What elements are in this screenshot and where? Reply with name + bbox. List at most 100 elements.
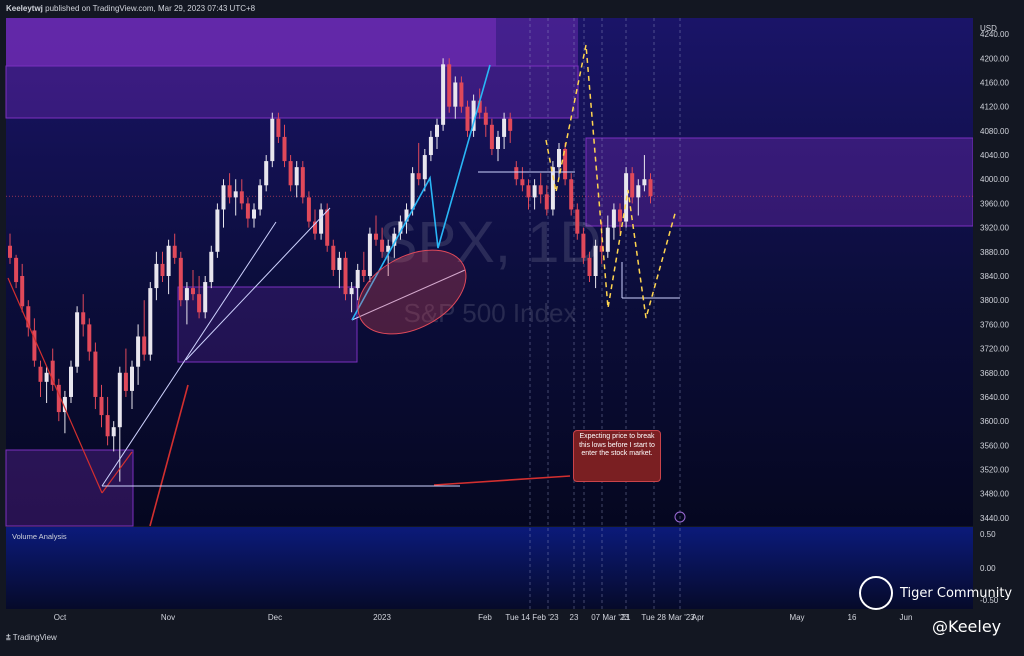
publish-header: Keeleytwj published on TradingView.com, … — [6, 4, 255, 13]
candle-body — [69, 366, 73, 397]
supply-zone-lower[interactable] — [5, 65, 579, 119]
candle-body — [520, 179, 525, 186]
time-tick: Nov — [161, 613, 175, 622]
candle-body — [550, 167, 555, 210]
candle-body — [75, 312, 80, 367]
time-tick: Oct — [54, 613, 67, 622]
candle-body — [435, 124, 439, 137]
candle-body — [447, 64, 452, 107]
candle-body — [526, 185, 531, 198]
candle-body — [557, 149, 561, 168]
time-tick: Dec — [268, 613, 282, 622]
candle-body — [587, 257, 592, 276]
time-tick: Jun — [900, 613, 913, 622]
candle-body — [630, 173, 635, 198]
candle[interactable] — [300, 161, 305, 204]
price-tick: 4000.00 — [980, 175, 1009, 184]
candle-body — [148, 288, 153, 355]
candle-body — [410, 173, 415, 210]
candle[interactable] — [203, 276, 208, 319]
candle[interactable] — [215, 203, 220, 258]
time-tick: Feb — [478, 613, 492, 622]
price-tick: 3960.00 — [980, 199, 1009, 208]
candle-body — [483, 112, 488, 125]
candle-body — [288, 161, 293, 186]
candle-body — [209, 251, 214, 283]
candle-body — [87, 324, 92, 352]
candle[interactable] — [367, 227, 372, 283]
candle[interactable] — [441, 58, 446, 131]
candle-body — [575, 209, 580, 234]
candle-body — [276, 118, 281, 137]
candle-body — [191, 288, 195, 295]
tradingview-logo[interactable]: ⩲ TradingView — [6, 633, 57, 643]
candle-body — [489, 124, 494, 149]
time-tick: 16 — [848, 613, 857, 622]
candle-body — [233, 191, 238, 198]
candle-body — [544, 194, 549, 210]
candle[interactable] — [148, 282, 153, 361]
candle[interactable] — [75, 306, 80, 373]
price-tick: 3640.00 — [980, 393, 1009, 402]
candle[interactable] — [447, 58, 452, 113]
candle[interactable] — [343, 251, 348, 301]
chart-stage: SPX, 1D S&P 500 Index USD 4240.00 4200.00 41… — [0, 0, 1024, 651]
candle-body — [325, 209, 330, 246]
candle-body — [81, 312, 86, 325]
price-tick: 3600.00 — [980, 417, 1009, 426]
candle-body — [337, 257, 342, 270]
candle-body — [367, 233, 372, 276]
demand-zone-bottom[interactable] — [5, 449, 134, 527]
candle-body — [221, 185, 226, 210]
candle[interactable] — [563, 142, 568, 186]
candle-body — [465, 106, 470, 131]
candle-body — [453, 82, 458, 107]
candle-body — [130, 366, 134, 391]
author-handle: @Keeley — [932, 617, 1002, 636]
price-tick: 3720.00 — [980, 345, 1009, 354]
price-chart[interactable]: SPX, 1DS&P 500 Index USD4240.004200.0041… — [0, 0, 1024, 651]
candle-body — [380, 239, 385, 252]
candle[interactable] — [69, 360, 73, 403]
candle-body — [252, 209, 256, 219]
time-tick: Tue 14 Feb '23 — [505, 613, 559, 622]
candle-body — [270, 118, 275, 162]
candle[interactable] — [569, 173, 574, 216]
candle-body — [441, 64, 446, 125]
candle-body — [361, 269, 366, 276]
time-tick: Tue 28 Mar '23 — [641, 613, 695, 622]
author-name[interactable]: Keeleytwj — [6, 4, 43, 13]
candle[interactable] — [209, 245, 214, 289]
candle-body — [569, 179, 574, 210]
candle-body — [142, 336, 147, 355]
time-tick: May — [789, 613, 804, 622]
time-tick: Apr — [692, 613, 705, 622]
price-tick: 3680.00 — [980, 369, 1009, 378]
price-tick: 3440.00 — [980, 514, 1009, 523]
candle[interactable] — [178, 251, 183, 307]
time-tick: 21 — [622, 613, 631, 622]
supply-zone-top[interactable] — [6, 18, 496, 66]
annotation-note[interactable]: Expecting price to break this lows befor… — [573, 430, 661, 482]
candle-body — [593, 245, 598, 276]
time-tick: 2023 — [373, 613, 391, 622]
candle[interactable] — [270, 112, 275, 168]
price-tick: 3880.00 — [980, 248, 1009, 257]
candle-body — [105, 415, 110, 437]
candle-body — [20, 276, 25, 307]
candle-body — [154, 263, 159, 289]
candle-body — [459, 82, 464, 107]
price-tick: 3920.00 — [980, 224, 1009, 233]
candle-body — [136, 336, 141, 367]
publish-info: published on TradingView.com, Mar 29, 20… — [45, 4, 256, 13]
candle-body — [245, 203, 250, 219]
tradingview-label: TradingView — [12, 633, 57, 642]
candle-body — [300, 167, 305, 198]
candle-body — [428, 136, 433, 156]
volume-panel-title[interactable]: Volume Analysis — [12, 532, 67, 541]
candle-body — [215, 209, 220, 252]
candle-body — [532, 185, 537, 198]
candle-body — [99, 396, 104, 416]
supply-zone-top-ext[interactable] — [496, 18, 578, 66]
candle-body — [642, 179, 647, 186]
